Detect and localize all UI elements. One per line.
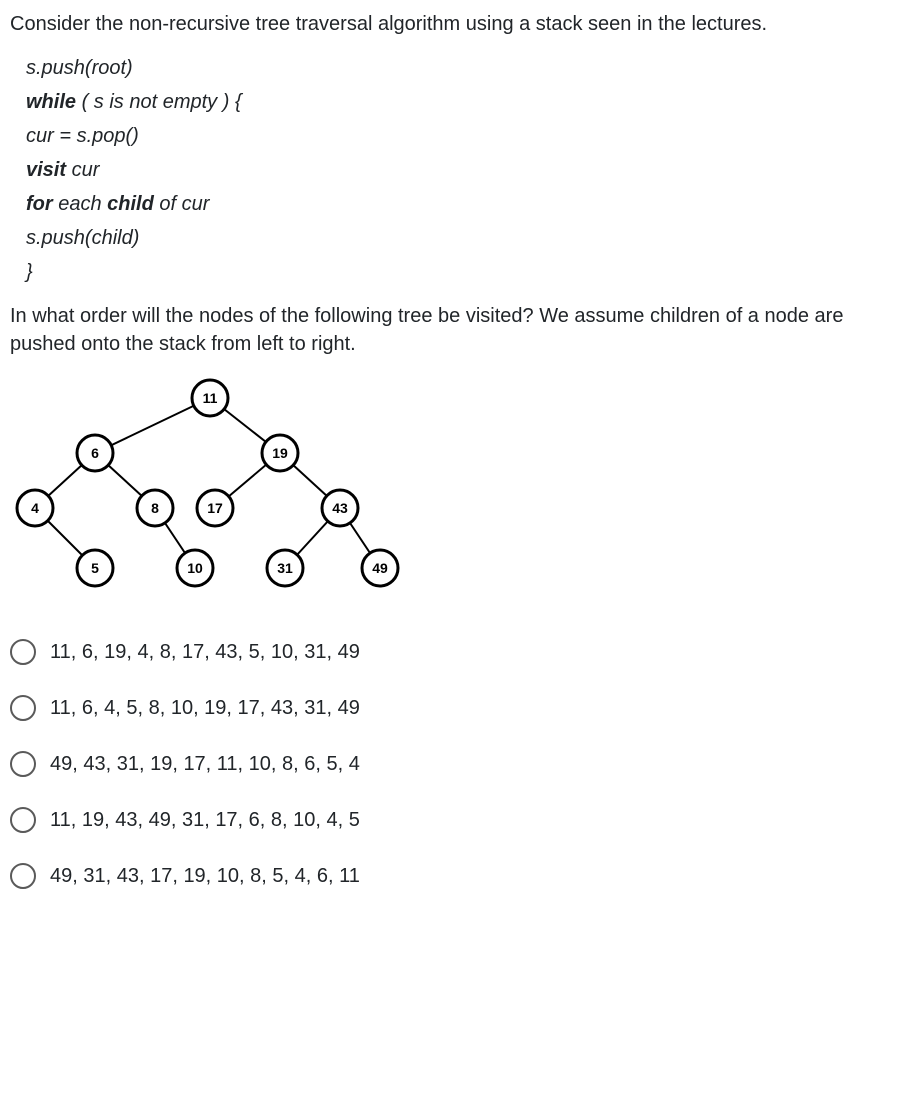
code-line: s.push(root) [26, 54, 899, 82]
tree-diagram: 11 6 19 4 8 17 43 5 10 31 49 [10, 368, 899, 598]
option-d[interactable]: 11, 19, 43, 49, 31, 17, 6, 8, 10, 4, 5 [10, 806, 899, 834]
code-text: cur [66, 159, 99, 181]
code-text: of cur [154, 193, 210, 215]
question-intro: Consider the non-recursive tree traversa… [10, 10, 899, 38]
tree-node-19: 19 [272, 445, 288, 461]
radio-icon [10, 863, 36, 889]
tree-node-17: 17 [207, 500, 223, 516]
keyword-child: child [107, 193, 154, 215]
keyword-while: while [26, 91, 76, 113]
tree-node-5: 5 [91, 560, 99, 576]
option-label: 49, 31, 43, 17, 19, 10, 8, 5, 4, 6, 11 [50, 862, 360, 890]
tree-node-49: 49 [372, 560, 388, 576]
tree-node-4: 4 [31, 500, 39, 516]
option-label: 49, 43, 31, 19, 17, 11, 10, 8, 6, 5, 4 [50, 750, 360, 778]
tree-node-8: 8 [151, 500, 159, 516]
tree-node-31: 31 [277, 560, 293, 576]
keyword-for: for [26, 193, 53, 215]
option-e[interactable]: 49, 31, 43, 17, 19, 10, 8, 5, 4, 6, 11 [10, 862, 899, 890]
radio-icon [10, 751, 36, 777]
code-line: visit cur [26, 156, 899, 184]
keyword-visit: visit [26, 159, 66, 181]
code-line: } [26, 258, 899, 286]
tree-node-6: 6 [91, 445, 99, 461]
code-line: cur = s.pop() [26, 122, 899, 150]
option-b[interactable]: 11, 6, 4, 5, 8, 10, 19, 17, 43, 31, 49 [10, 694, 899, 722]
radio-icon [10, 807, 36, 833]
question-follow: In what order will the nodes of the foll… [10, 302, 899, 358]
option-a[interactable]: 11, 6, 19, 4, 8, 17, 43, 5, 10, 31, 49 [10, 638, 899, 666]
pseudocode-block: s.push(root) while ( s is not empty ) { … [26, 54, 899, 286]
answer-options: 11, 6, 19, 4, 8, 17, 43, 5, 10, 31, 49 1… [10, 638, 899, 890]
option-label: 11, 6, 4, 5, 8, 10, 19, 17, 43, 31, 49 [50, 694, 360, 722]
code-line: s.push(child) [26, 224, 899, 252]
tree-node-10: 10 [187, 560, 203, 576]
tree-node-11: 11 [203, 390, 218, 406]
radio-icon [10, 639, 36, 665]
code-text: each [53, 193, 107, 215]
option-c[interactable]: 49, 43, 31, 19, 17, 11, 10, 8, 6, 5, 4 [10, 750, 899, 778]
radio-icon [10, 695, 36, 721]
option-label: 11, 19, 43, 49, 31, 17, 6, 8, 10, 4, 5 [50, 806, 360, 834]
option-label: 11, 6, 19, 4, 8, 17, 43, 5, 10, 31, 49 [50, 638, 360, 666]
code-line: while ( s is not empty ) { [26, 88, 899, 116]
code-line: for each child of cur [26, 190, 899, 218]
tree-node-43: 43 [332, 500, 348, 516]
code-text: ( s is not empty ) { [76, 91, 242, 113]
